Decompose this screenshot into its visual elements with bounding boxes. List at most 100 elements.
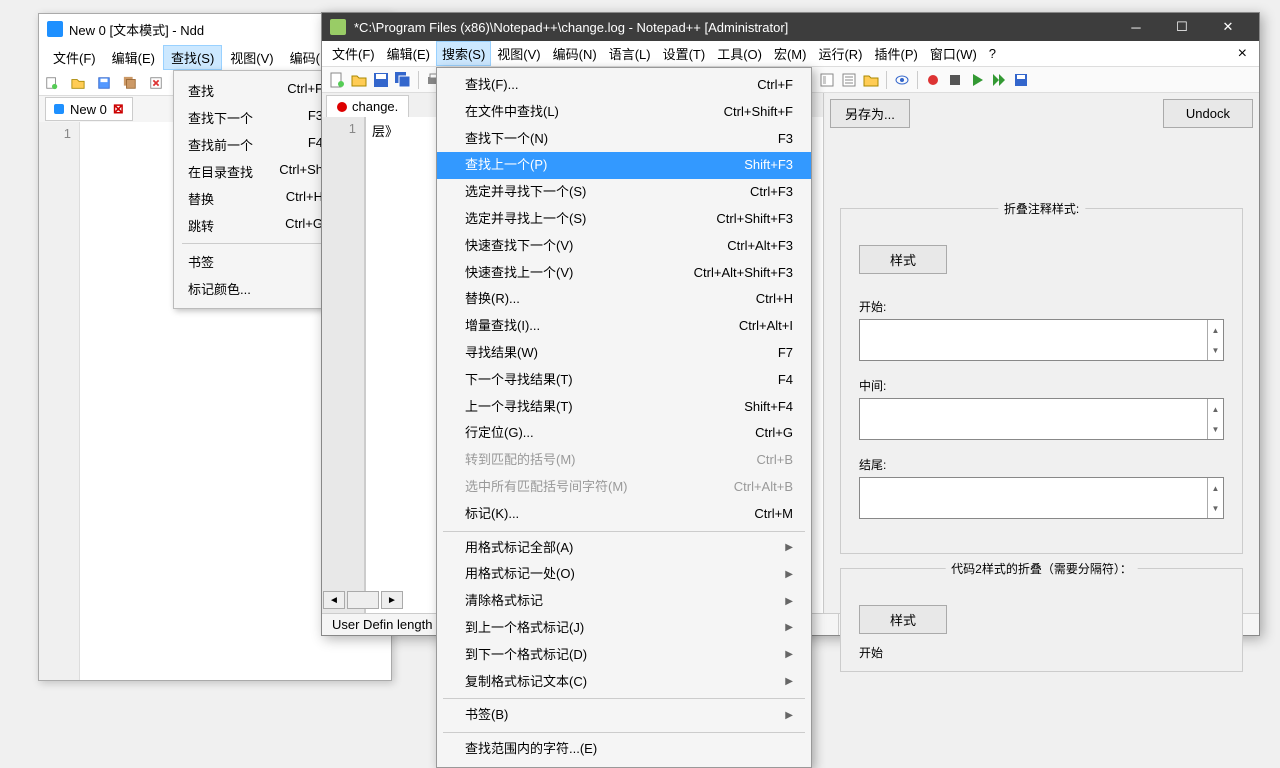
npp-dd-match-brace[interactable]: 转到匹配的括号(M)Ctrl+B: [437, 447, 811, 474]
ndd-tab-new0[interactable]: New 0 ⊠: [45, 97, 133, 121]
npp-dd-goto[interactable]: 行定位(G)...Ctrl+G: [437, 420, 811, 447]
tb-monitor-icon[interactable]: [893, 71, 911, 89]
open-file-icon[interactable]: [71, 76, 85, 90]
tb-savesession-icon[interactable]: [1012, 71, 1030, 89]
save-all-icon[interactable]: [123, 76, 137, 90]
npp-menu-settings[interactable]: 设置(T): [657, 41, 712, 66]
ndd-dd-find-dir[interactable]: 在目录查找Ctrl+Sh: [174, 158, 337, 185]
npp-menu-tools[interactable]: 工具(O): [711, 41, 768, 66]
npp-tab-changelog[interactable]: change.: [326, 95, 409, 117]
npp-dd-results[interactable]: 寻找结果(W)F7: [437, 340, 811, 367]
npp-dd-bookmark[interactable]: 书签(B)▶: [437, 702, 811, 729]
npp-dd-find[interactable]: 查找(F)...Ctrl+F: [437, 72, 811, 99]
npp-menu-view[interactable]: 视图(V): [491, 41, 546, 66]
tab-label: change.: [352, 99, 398, 114]
tb-new-icon[interactable]: [328, 71, 346, 89]
npp-dd-quick-prev[interactable]: 快速查找上一个(V)Ctrl+Alt+Shift+F3: [437, 260, 811, 287]
npp-menu-macro[interactable]: 宏(M): [768, 41, 813, 66]
ndd-menu-edit[interactable]: 编辑(E): [104, 45, 163, 70]
end-input[interactable]: ▲▼: [859, 477, 1224, 519]
ndd-dd-bookmark[interactable]: 书签: [174, 248, 337, 275]
tb-folder-icon[interactable]: [862, 71, 880, 89]
npp-dd-prev-style[interactable]: 到上一个格式标记(J)▶: [437, 615, 811, 642]
npp-menu-plugins[interactable]: 插件(P): [869, 41, 924, 66]
style-button-1[interactable]: 样式: [859, 245, 947, 274]
scroll-track[interactable]: [347, 591, 379, 609]
npp-search-dropdown: 查找(F)...Ctrl+F 在文件中查找(L)Ctrl+Shift+F 查找下…: [436, 67, 812, 768]
npp-dd-copy-style[interactable]: 复制格式标记文本(C)▶: [437, 669, 811, 696]
ndd-dd-find[interactable]: 查找Ctrl+F: [174, 77, 337, 104]
npp-menu-search[interactable]: 搜索(S): [436, 41, 491, 66]
code2-fold-section: 代码2样式的折叠（需要分隔符）： 样式 开始: [840, 568, 1243, 672]
npp-gutter: 1: [322, 117, 366, 613]
tab-close-icon[interactable]: ⊠: [113, 101, 124, 117]
ndd-app-icon: [47, 21, 63, 37]
npp-menu-help[interactable]: ?: [983, 43, 1002, 64]
mid-label: 中间:: [859, 377, 1224, 394]
npp-dd-sel-find-next[interactable]: 选定并寻找下一个(S)Ctrl+F3: [437, 179, 811, 206]
ndd-menu-search[interactable]: 查找(S): [163, 45, 222, 70]
npp-right-panel: 另存为... Undock 折叠注释样式: 样式 开始: ▲▼ 中间: ▲▼ 结…: [824, 93, 1259, 613]
ndd-dd-goto[interactable]: 跳转Ctrl+G: [174, 212, 337, 239]
tb-record-icon[interactable]: [924, 71, 942, 89]
npp-menu-mdi-close[interactable]: ×: [1230, 45, 1255, 63]
ndd-dd-mark-color[interactable]: 标记颜色...: [174, 275, 337, 302]
npp-menu-window[interactable]: 窗口(W): [924, 41, 983, 66]
npp-menu-lang[interactable]: 语言(L): [603, 41, 657, 66]
npp-dd-prev-result[interactable]: 上一个寻找结果(T)Shift+F4: [437, 394, 811, 421]
minimize-button[interactable]: ─: [1113, 13, 1159, 41]
new-file-icon[interactable]: [45, 76, 59, 90]
npp-menu-encoding[interactable]: 编码(N): [547, 41, 603, 66]
scroll-left-icon[interactable]: ◄: [323, 591, 345, 609]
ndd-menu-file[interactable]: 文件(F): [45, 45, 104, 70]
npp-dd-char-range[interactable]: 查找范围内的字符...(E): [437, 736, 811, 763]
npp-dd-sel-brace[interactable]: 选中所有匹配括号间字符(M)Ctrl+Alt+B: [437, 474, 811, 501]
npp-dd-next-result[interactable]: 下一个寻找结果(T)F4: [437, 367, 811, 394]
npp-dd-find-next[interactable]: 查找下一个(N)F3: [437, 126, 811, 153]
separator: [443, 531, 805, 532]
tb-docmap-icon[interactable]: [818, 71, 836, 89]
start2-label: 开始: [859, 644, 1224, 661]
tb-playmulti-icon[interactable]: [990, 71, 1008, 89]
separator: [182, 243, 329, 244]
npp-dd-replace[interactable]: 替换(R)...Ctrl+H: [437, 286, 811, 313]
ndd-dd-replace[interactable]: 替换Ctrl+H: [174, 185, 337, 212]
separator: [443, 732, 805, 733]
npp-dd-style-all[interactable]: 用格式标记全部(A)▶: [437, 535, 811, 562]
tb-saveall-icon[interactable]: [394, 71, 412, 89]
tb-save-icon[interactable]: [372, 71, 390, 89]
npp-dd-find-prev[interactable]: 查找上一个(P)Shift+F3: [437, 152, 811, 179]
save-as-button[interactable]: 另存为...: [830, 99, 910, 128]
style-button-2[interactable]: 样式: [859, 605, 947, 634]
npp-dd-next-style[interactable]: 到下一个格式标记(D)▶: [437, 642, 811, 669]
tb-stop-icon[interactable]: [946, 71, 964, 89]
tb-open-icon[interactable]: [350, 71, 368, 89]
npp-dd-style-one[interactable]: 用格式标记一处(O)▶: [437, 561, 811, 588]
start-input[interactable]: ▲▼: [859, 319, 1224, 361]
ndd-dd-find-next[interactable]: 查找下一个F3: [174, 104, 337, 131]
close-icon[interactable]: [149, 76, 163, 90]
npp-menu-run[interactable]: 运行(R): [812, 41, 868, 66]
npp-menu-file[interactable]: 文件(F): [326, 41, 381, 66]
npp-app-icon: [330, 19, 346, 35]
npp-dd-clear-style[interactable]: 清除格式标记▶: [437, 588, 811, 615]
scroll-right-icon[interactable]: ►: [381, 591, 403, 609]
ndd-dd-find-prev[interactable]: 查找前一个F4: [174, 131, 337, 158]
undock-button[interactable]: Undock: [1163, 99, 1253, 128]
npp-titlebar: *C:\Program Files (x86)\Notepad++\change…: [322, 13, 1259, 41]
ndd-menu-view[interactable]: 视图(V): [222, 45, 281, 70]
file-icon: [54, 104, 64, 114]
save-icon[interactable]: [97, 76, 111, 90]
npp-menubar: 文件(F) 编辑(E) 搜索(S) 视图(V) 编码(N) 语言(L) 设置(T…: [322, 41, 1259, 67]
npp-dd-quick-next[interactable]: 快速查找下一个(V)Ctrl+Alt+F3: [437, 233, 811, 260]
tb-play-icon[interactable]: [968, 71, 986, 89]
maximize-button[interactable]: ☐: [1159, 13, 1205, 41]
close-button[interactable]: ✕: [1205, 13, 1251, 41]
npp-dd-incremental[interactable]: 增量查找(I)...Ctrl+Alt+I: [437, 313, 811, 340]
tb-funclist-icon[interactable]: [840, 71, 858, 89]
npp-dd-sel-find-prev[interactable]: 选定并寻找上一个(S)Ctrl+Shift+F3: [437, 206, 811, 233]
npp-dd-mark[interactable]: 标记(K)...Ctrl+M: [437, 501, 811, 528]
npp-dd-find-in-files[interactable]: 在文件中查找(L)Ctrl+Shift+F: [437, 99, 811, 126]
npp-menu-edit[interactable]: 编辑(E): [381, 41, 436, 66]
mid-input[interactable]: ▲▼: [859, 398, 1224, 440]
